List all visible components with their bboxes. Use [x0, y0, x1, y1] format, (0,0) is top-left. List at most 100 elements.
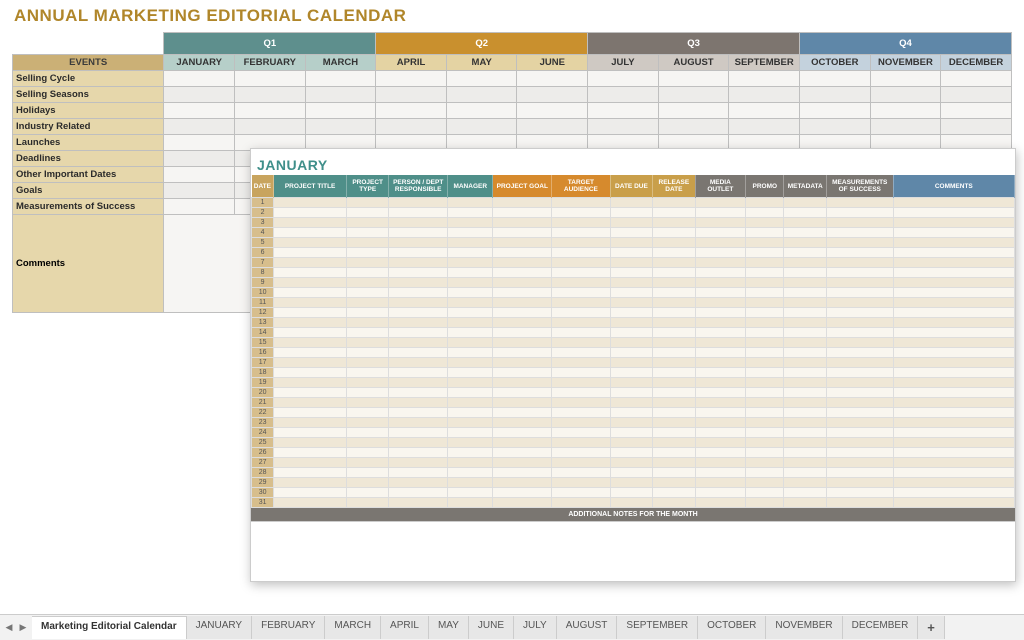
detail-cell[interactable]: [610, 348, 652, 358]
detail-cell[interactable]: [389, 488, 448, 498]
detail-cell[interactable]: [784, 408, 826, 418]
detail-cell[interactable]: [784, 338, 826, 348]
detail-cell[interactable]: [448, 428, 493, 438]
month-feb[interactable]: FEBRUARY: [234, 55, 305, 71]
event-cell[interactable]: [517, 119, 588, 135]
detail-cell[interactable]: [893, 428, 1014, 438]
event-cell[interactable]: [870, 119, 941, 135]
detail-cell[interactable]: [274, 268, 347, 278]
event-cell[interactable]: [305, 119, 376, 135]
detail-cell[interactable]: [389, 338, 448, 348]
detail-cell[interactable]: [893, 458, 1014, 468]
detail-cell[interactable]: [784, 418, 826, 428]
event-cell[interactable]: [588, 87, 659, 103]
event-cell[interactable]: [588, 71, 659, 87]
detail-cell[interactable]: [893, 318, 1014, 328]
detail-cell[interactable]: [448, 278, 493, 288]
sheet-tab[interactable]: MARCH: [325, 616, 381, 639]
detail-cell[interactable]: [389, 228, 448, 238]
detail-cell[interactable]: [893, 408, 1014, 418]
detail-cell[interactable]: [784, 388, 826, 398]
detail-cell[interactable]: [274, 218, 347, 228]
detail-cell[interactable]: [893, 468, 1014, 478]
detail-cell[interactable]: [826, 258, 893, 268]
detail-cell[interactable]: [389, 378, 448, 388]
detail-cell[interactable]: [389, 318, 448, 328]
detail-cell[interactable]: [389, 438, 448, 448]
detail-cell[interactable]: [826, 218, 893, 228]
detail-cell[interactable]: [610, 258, 652, 268]
detail-cell[interactable]: [893, 218, 1014, 228]
detail-cell[interactable]: [274, 478, 347, 488]
event-cell[interactable]: [517, 71, 588, 87]
event-cell[interactable]: [376, 103, 447, 119]
detail-cell[interactable]: [552, 378, 611, 388]
detail-cell[interactable]: [274, 388, 347, 398]
detail-cell[interactable]: [389, 238, 448, 248]
detail-cell[interactable]: [346, 358, 388, 368]
month-dec[interactable]: DECEMBER: [941, 55, 1012, 71]
detail-cell[interactable]: [552, 218, 611, 228]
detail-cell[interactable]: [784, 428, 826, 438]
detail-cell[interactable]: [448, 328, 493, 338]
event-cell[interactable]: [799, 71, 870, 87]
detail-cell[interactable]: [389, 258, 448, 268]
detail-cell[interactable]: [448, 408, 493, 418]
detail-cell[interactable]: [653, 378, 695, 388]
month-jul[interactable]: JULY: [588, 55, 659, 71]
detail-cell[interactable]: [346, 378, 388, 388]
detail-cell[interactable]: [493, 458, 552, 468]
event-cell[interactable]: [164, 71, 235, 87]
detail-cell[interactable]: [653, 248, 695, 258]
detail-cell[interactable]: [695, 208, 746, 218]
event-cell[interactable]: [517, 103, 588, 119]
detail-cell[interactable]: [653, 338, 695, 348]
detail-cell[interactable]: [746, 218, 784, 228]
detail-cell[interactable]: [389, 458, 448, 468]
detail-cell[interactable]: [448, 468, 493, 478]
detail-cell[interactable]: [552, 368, 611, 378]
detail-cell[interactable]: [746, 288, 784, 298]
detail-cell[interactable]: [653, 358, 695, 368]
detail-cell[interactable]: [493, 298, 552, 308]
detail-cell[interactable]: [552, 278, 611, 288]
detail-cell[interactable]: [610, 408, 652, 418]
detail-cell[interactable]: [552, 268, 611, 278]
detail-cell[interactable]: [346, 388, 388, 398]
detail-cell[interactable]: [389, 288, 448, 298]
detail-cell[interactable]: [610, 388, 652, 398]
detail-cell[interactable]: [274, 378, 347, 388]
detail-cell[interactable]: [610, 228, 652, 238]
detail-cell[interactable]: [389, 268, 448, 278]
detail-cell[interactable]: [784, 488, 826, 498]
detail-cell[interactable]: [746, 358, 784, 368]
additional-notes-area[interactable]: [251, 521, 1015, 581]
detail-cell[interactable]: [784, 458, 826, 468]
detail-cell[interactable]: [552, 298, 611, 308]
detail-cell[interactable]: [552, 318, 611, 328]
detail-cell[interactable]: [493, 238, 552, 248]
detail-cell[interactable]: [389, 208, 448, 218]
detail-cell[interactable]: [695, 268, 746, 278]
detail-cell[interactable]: [746, 198, 784, 208]
detail-cell[interactable]: [893, 238, 1014, 248]
detail-cell[interactable]: [610, 438, 652, 448]
detail-cell[interactable]: [389, 468, 448, 478]
event-cell[interactable]: [164, 183, 235, 199]
month-may[interactable]: MAY: [446, 55, 517, 71]
detail-cell[interactable]: [346, 498, 388, 508]
detail-cell[interactable]: [784, 278, 826, 288]
detail-cell[interactable]: [610, 398, 652, 408]
detail-cell[interactable]: [893, 488, 1014, 498]
detail-cell[interactable]: [346, 208, 388, 218]
detail-cell[interactable]: [389, 218, 448, 228]
detail-cell[interactable]: [893, 368, 1014, 378]
detail-cell[interactable]: [826, 468, 893, 478]
detail-cell[interactable]: [893, 498, 1014, 508]
detail-cell[interactable]: [610, 418, 652, 428]
detail-cell[interactable]: [826, 308, 893, 318]
detail-cell[interactable]: [274, 368, 347, 378]
detail-cell[interactable]: [448, 218, 493, 228]
detail-cell[interactable]: [826, 458, 893, 468]
detail-cell[interactable]: [274, 448, 347, 458]
